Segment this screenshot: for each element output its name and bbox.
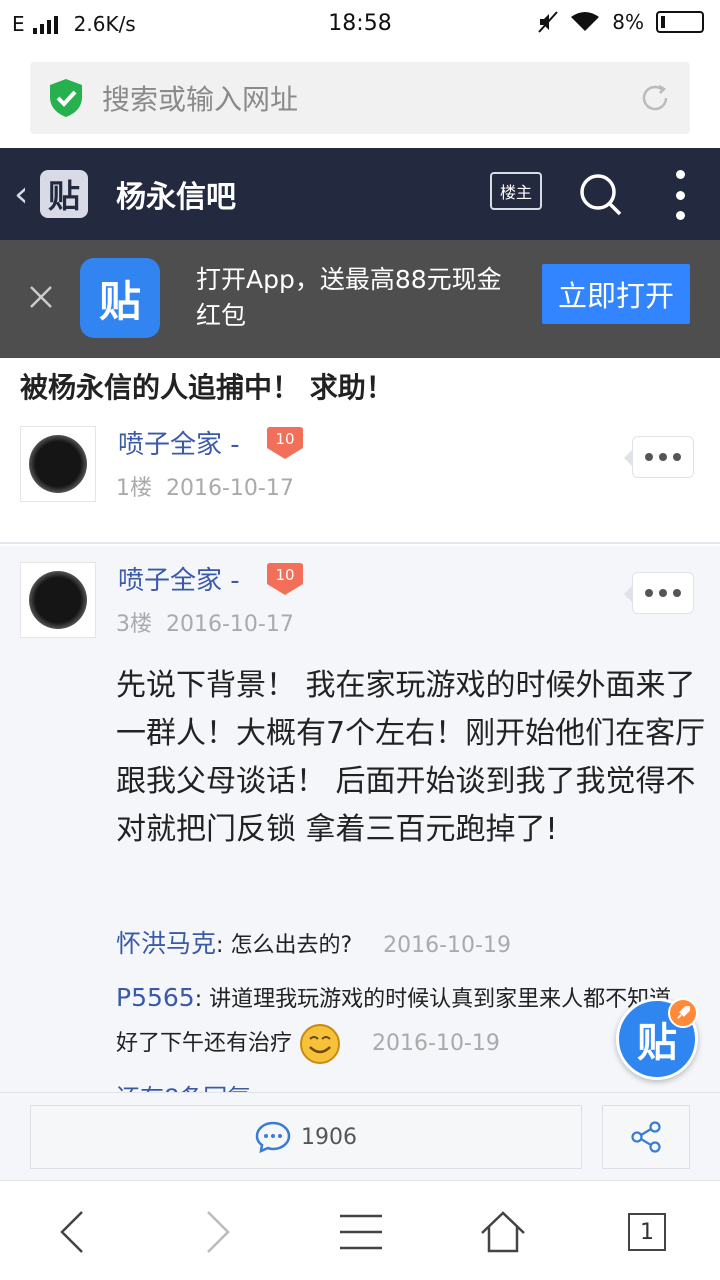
chevron-right-icon — [207, 1211, 230, 1253]
chevron-left-icon — [60, 1211, 83, 1253]
forum-header: ‹ 贴 杨永信吧 楼主 — [0, 148, 720, 240]
smiley-emoji-icon — [300, 1024, 341, 1064]
back-icon[interactable]: ‹ — [14, 174, 36, 215]
avatar[interactable] — [20, 426, 96, 502]
reply-count: 1906 — [301, 1124, 357, 1150]
home-icon — [481, 1211, 525, 1253]
share-icon — [631, 1121, 661, 1153]
forum-title[interactable]: 杨永信吧 — [116, 172, 236, 216]
username[interactable]: 喷子全家 - — [118, 560, 240, 597]
floor-meta: 1楼 2016-10-17 — [116, 470, 294, 502]
close-icon[interactable] — [28, 284, 54, 310]
comment-icon — [255, 1121, 291, 1153]
reply-date: 2016-10-19 — [372, 1031, 500, 1056]
wifi-icon — [571, 12, 600, 31]
post-title: 被杨永信的人追捕中！ 求助！ — [20, 371, 394, 404]
more-replies-link[interactable]: 还有8条回复 — [116, 1078, 251, 1092]
post-date: 2016-10-17 — [166, 476, 294, 501]
avatar[interactable] — [20, 562, 96, 638]
battery-percent: 8% — [612, 10, 644, 34]
level-number: 10 — [275, 430, 295, 448]
mute-icon — [538, 11, 559, 33]
back-nav-button[interactable] — [48, 1207, 98, 1257]
tieba-app-icon: 贴 — [80, 258, 160, 338]
level-number: 10 — [275, 566, 295, 584]
reply-text: 怎么出去的? — [230, 933, 353, 958]
only-op-button[interactable]: 楼主 — [490, 172, 542, 210]
more-menu-icon[interactable] — [672, 170, 688, 220]
reply-username[interactable]: 怀洪马克 — [116, 929, 216, 958]
tab-count: 1 — [628, 1213, 666, 1251]
hamburger-menu-icon — [340, 1214, 382, 1250]
address-input[interactable]: 搜索或输入网址 — [102, 78, 638, 118]
floor-post: 喷子全家 - 10 1楼 2016-10-17 — [0, 410, 720, 544]
reply-username[interactable]: P5565 — [116, 983, 195, 1012]
floor-post: 喷子全家 - 10 3楼 2016-10-17 先说下背景！ 我在家玩游戏的时候… — [0, 546, 720, 1092]
floor-number: 3楼 — [116, 612, 152, 637]
share-button[interactable] — [602, 1105, 690, 1169]
reply-colon: : — [216, 933, 224, 958]
reload-icon[interactable] — [638, 81, 672, 115]
reply-date: 2016-10-19 — [383, 933, 511, 958]
reply-colon: : — [194, 987, 203, 1012]
post-content: 先说下背景！ 我在家玩游戏的时候外面来了一群人！大概有7个左右！刚开始他们在客厅… — [116, 668, 706, 847]
forward-nav-button[interactable] — [192, 1207, 242, 1257]
post-action-bar: 1906 — [0, 1092, 720, 1180]
floor-number: 1楼 — [116, 476, 152, 501]
floor-meta: 3楼 2016-10-17 — [116, 606, 294, 638]
status-bar: E 2.6K/s 18:58 8% — [0, 0, 720, 48]
security-shield-icon — [50, 79, 82, 117]
rocket-badge-icon — [668, 998, 698, 1028]
address-bar-area: 搜索或输入网址 — [0, 48, 720, 148]
banner-text: 打开App，送最高88元现金红包 — [196, 265, 502, 330]
open-app-button[interactable]: 立即打开 — [542, 264, 690, 324]
username[interactable]: 喷子全家 - — [118, 424, 240, 461]
sub-reply[interactable]: 怀洪马克: 怎么出去的? 2016-10-19 — [116, 922, 706, 968]
tabs-button[interactable]: 1 — [622, 1207, 672, 1257]
battery-icon — [656, 11, 704, 33]
floor-more-button[interactable] — [624, 572, 694, 614]
menu-button[interactable] — [336, 1207, 386, 1257]
browser-nav-bar: 1 — [0, 1180, 720, 1280]
tieba-logo[interactable]: 贴 — [40, 170, 88, 218]
comment-button[interactable]: 1906 — [30, 1105, 582, 1169]
home-button[interactable] — [478, 1207, 528, 1257]
post-date: 2016-10-17 — [166, 612, 294, 637]
address-bar[interactable]: 搜索或输入网址 — [30, 62, 690, 134]
open-app-banner: 贴 打开App，送最高88元现金红包 立即打开 — [0, 240, 720, 358]
floor-more-button[interactable] — [624, 436, 694, 478]
search-icon[interactable] — [578, 172, 622, 216]
status-right: 8% — [538, 10, 704, 34]
